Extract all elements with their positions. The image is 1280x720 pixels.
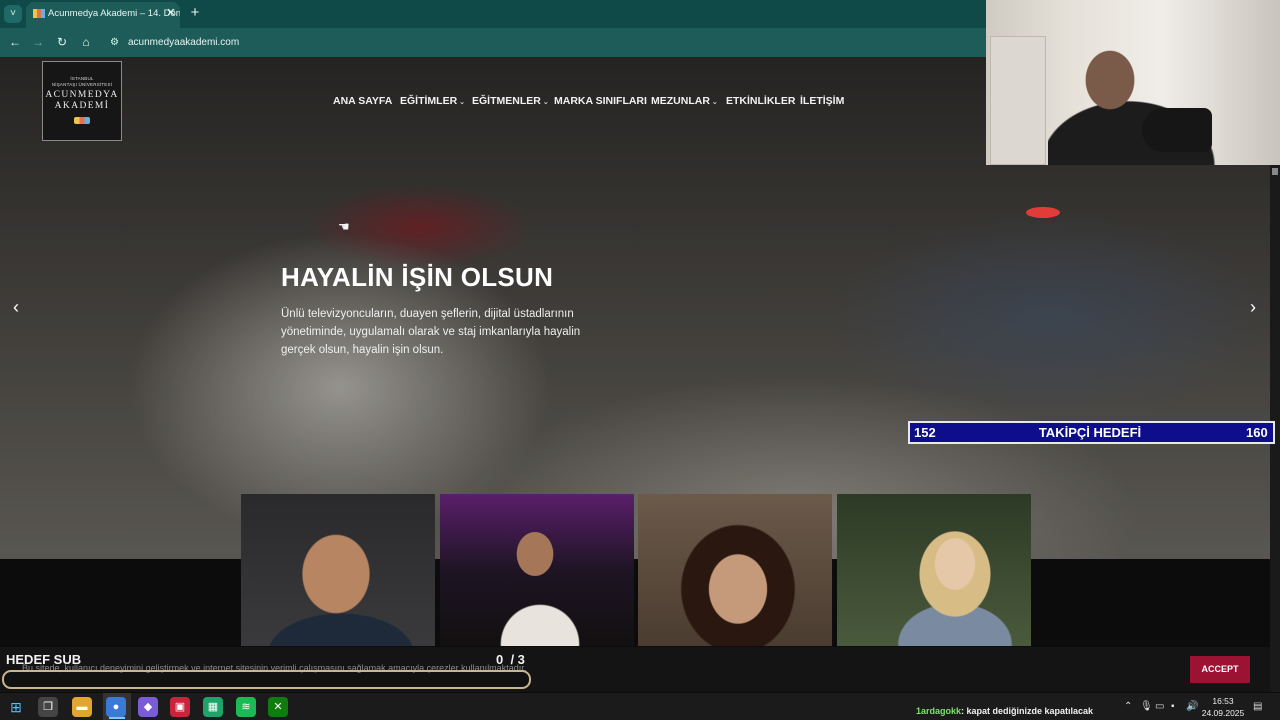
slider-next-button[interactable]: › — [1243, 296, 1263, 318]
chat-username: 1ardagokk — [916, 706, 962, 716]
sub-goal-progress-bar — [2, 670, 531, 689]
microphone-tray-icon[interactable]: 🎙 — [1140, 700, 1153, 714]
network-icon[interactable]: ▪ — [1171, 700, 1175, 714]
follower-goal-title: TAKİPÇİ HEDEFİ — [1038, 425, 1142, 440]
display-tray-icon[interactable]: ▭ — [1155, 700, 1164, 714]
logo-mark-icon — [74, 117, 90, 124]
chevron-down-icon: ⌄ — [459, 99, 466, 106]
app-green-icon[interactable]: ▦ — [203, 697, 223, 717]
webcam-background-door — [990, 36, 1046, 165]
logo-brand-text: ACUNMEDYA AKADEMİ — [45, 90, 119, 111]
chat-message: : kapat dediğinizde kapatılacak — [961, 706, 1094, 716]
hero-title: HAYALİN İŞİN OLSUN — [281, 262, 554, 292]
chevron-down-icon: ⌄ — [542, 99, 549, 106]
taskbar-active-indicator — [109, 717, 125, 719]
app-red-icon[interactable]: ▣ — [170, 697, 190, 717]
sub-goal-count: 0 / 3 — [496, 652, 525, 667]
nav-contact[interactable]: İLETİŞİM — [800, 94, 844, 108]
red-marker — [1026, 207, 1060, 218]
tab-favicon-icon — [33, 9, 45, 18]
instructor-photo-card[interactable] — [837, 494, 1031, 646]
tab-close-icon[interactable]: ✕ — [164, 6, 178, 20]
microphone-icon — [1142, 108, 1212, 152]
site-info-icon[interactable]: ⚙ — [110, 37, 121, 48]
address-bar[interactable]: acunmedyaakademi.com — [108, 33, 968, 52]
follower-goal-target: 160 — [1246, 425, 1268, 440]
copilot-icon[interactable]: ◆ — [138, 697, 158, 717]
file-explorer-icon[interactable]: ▬ — [72, 697, 92, 717]
hero-description: Ünlü televizyoncuların, duayen şeflerin,… — [281, 308, 581, 356]
home-button[interactable]: ⌂ — [77, 33, 95, 51]
instructor-photo-card[interactable] — [241, 494, 435, 646]
sub-goal-label: HEDEF SUB — [6, 652, 82, 667]
volume-icon[interactable]: 🔊 — [1186, 700, 1198, 714]
instructor-photo-card[interactable] — [440, 494, 634, 646]
task-view-icon[interactable]: ❐ — [38, 697, 58, 717]
tab-search-button[interactable]: ˅ — [4, 5, 22, 23]
follower-goal-current: 152 — [914, 425, 936, 440]
accept-cookies-button[interactable]: ACCEPT — [1190, 656, 1250, 683]
xbox-icon[interactable]: ✕ — [268, 697, 288, 717]
nav-home[interactable]: ANA SAYFA — [333, 94, 392, 108]
new-tab-button[interactable]: + — [186, 4, 204, 22]
hand-cursor-icon: ☚ — [338, 219, 350, 234]
slider-prev-button[interactable]: ‹ — [6, 296, 26, 318]
chrome-icon[interactable]: ● — [106, 697, 126, 717]
forward-button[interactable]: → — [29, 33, 47, 51]
spotify-icon[interactable]: ≋ — [236, 697, 256, 717]
clock-time[interactable]: 16:53 — [1205, 696, 1241, 706]
back-button[interactable]: ← — [6, 33, 24, 51]
logo-university-text: İSTANBUL NİŞANTAŞI ÜNİVERSİTESİ — [51, 76, 113, 87]
browser-tab[interactable]: Acunmedya Akademi – 14. Dön — [26, 2, 180, 28]
nav-alumni[interactable]: MEZUNLAR ⌄ — [651, 94, 718, 110]
notification-icon[interactable]: ▤ — [1253, 700, 1262, 714]
nav-instructors[interactable]: EĞİTMENLER ⌄ — [472, 94, 549, 110]
nav-brand-classes[interactable]: MARKA SINIFLARI — [554, 94, 647, 108]
reload-button[interactable]: ↻ — [53, 33, 71, 51]
clock-date[interactable]: 24.09.2025 — [1201, 708, 1245, 718]
scrollbar-thumb[interactable] — [1272, 168, 1278, 175]
nav-events[interactable]: ETKİNLİKLER — [726, 94, 795, 108]
chevron-down-icon: ⌄ — [711, 99, 718, 106]
start-icon[interactable]: ⊞ — [6, 697, 26, 717]
tray-chevron-icon[interactable]: ⌃ — [1124, 700, 1132, 714]
nav-courses[interactable]: EĞİTİMLER ⌄ — [400, 94, 465, 110]
instructor-photo-card[interactable] — [638, 494, 832, 646]
